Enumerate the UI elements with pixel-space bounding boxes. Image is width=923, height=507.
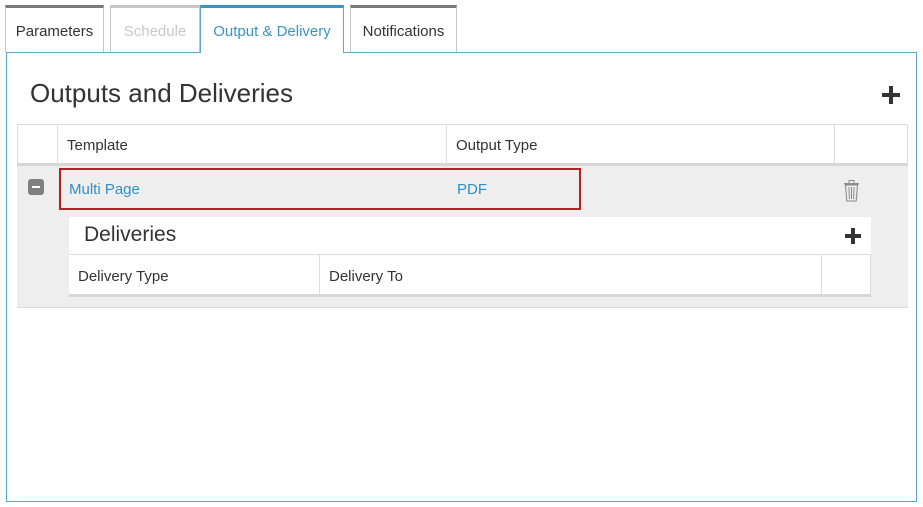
- collapse-row-icon[interactable]: [28, 179, 44, 195]
- column-actions: [834, 125, 908, 164]
- add-output-button[interactable]: [882, 86, 900, 104]
- outputs-table-body: Multi Page PDF Deliveries Delivery Type …: [17, 166, 908, 308]
- trash-icon[interactable]: [843, 180, 860, 202]
- column-header-output-type[interactable]: Output Type: [446, 125, 834, 164]
- tab-parameters[interactable]: Parameters: [5, 5, 104, 52]
- tab-label: Schedule: [123, 23, 187, 40]
- tab-schedule[interactable]: Schedule: [110, 5, 200, 52]
- tab-output-delivery[interactable]: Output & Delivery: [200, 5, 344, 53]
- tab-label: Output & Delivery: [213, 23, 331, 40]
- tab-label: Parameters: [15, 23, 94, 40]
- column-spacer: [18, 125, 57, 164]
- tab-label: Notifications: [362, 23, 445, 40]
- output-type-link[interactable]: PDF: [457, 181, 487, 198]
- column-actions: [821, 255, 871, 295]
- output-delivery-panel: Outputs and Deliveries Template Output T…: [6, 52, 917, 502]
- column-header-delivery-type[interactable]: Delivery Type: [69, 255, 319, 295]
- column-header-template[interactable]: Template: [57, 125, 446, 164]
- outputs-table-header: Template Output Type: [17, 124, 908, 166]
- add-delivery-button[interactable]: [845, 228, 861, 244]
- deliveries-title: Deliveries: [84, 223, 177, 246]
- tab-notifications[interactable]: Notifications: [350, 5, 457, 52]
- deliveries-header: Deliveries: [69, 217, 871, 254]
- template-link[interactable]: Multi Page: [69, 181, 140, 198]
- deliveries-table-header: Delivery Type Delivery To: [69, 254, 871, 297]
- page-title: Outputs and Deliveries: [30, 78, 294, 108]
- column-header-delivery-to[interactable]: Delivery To: [319, 255, 821, 295]
